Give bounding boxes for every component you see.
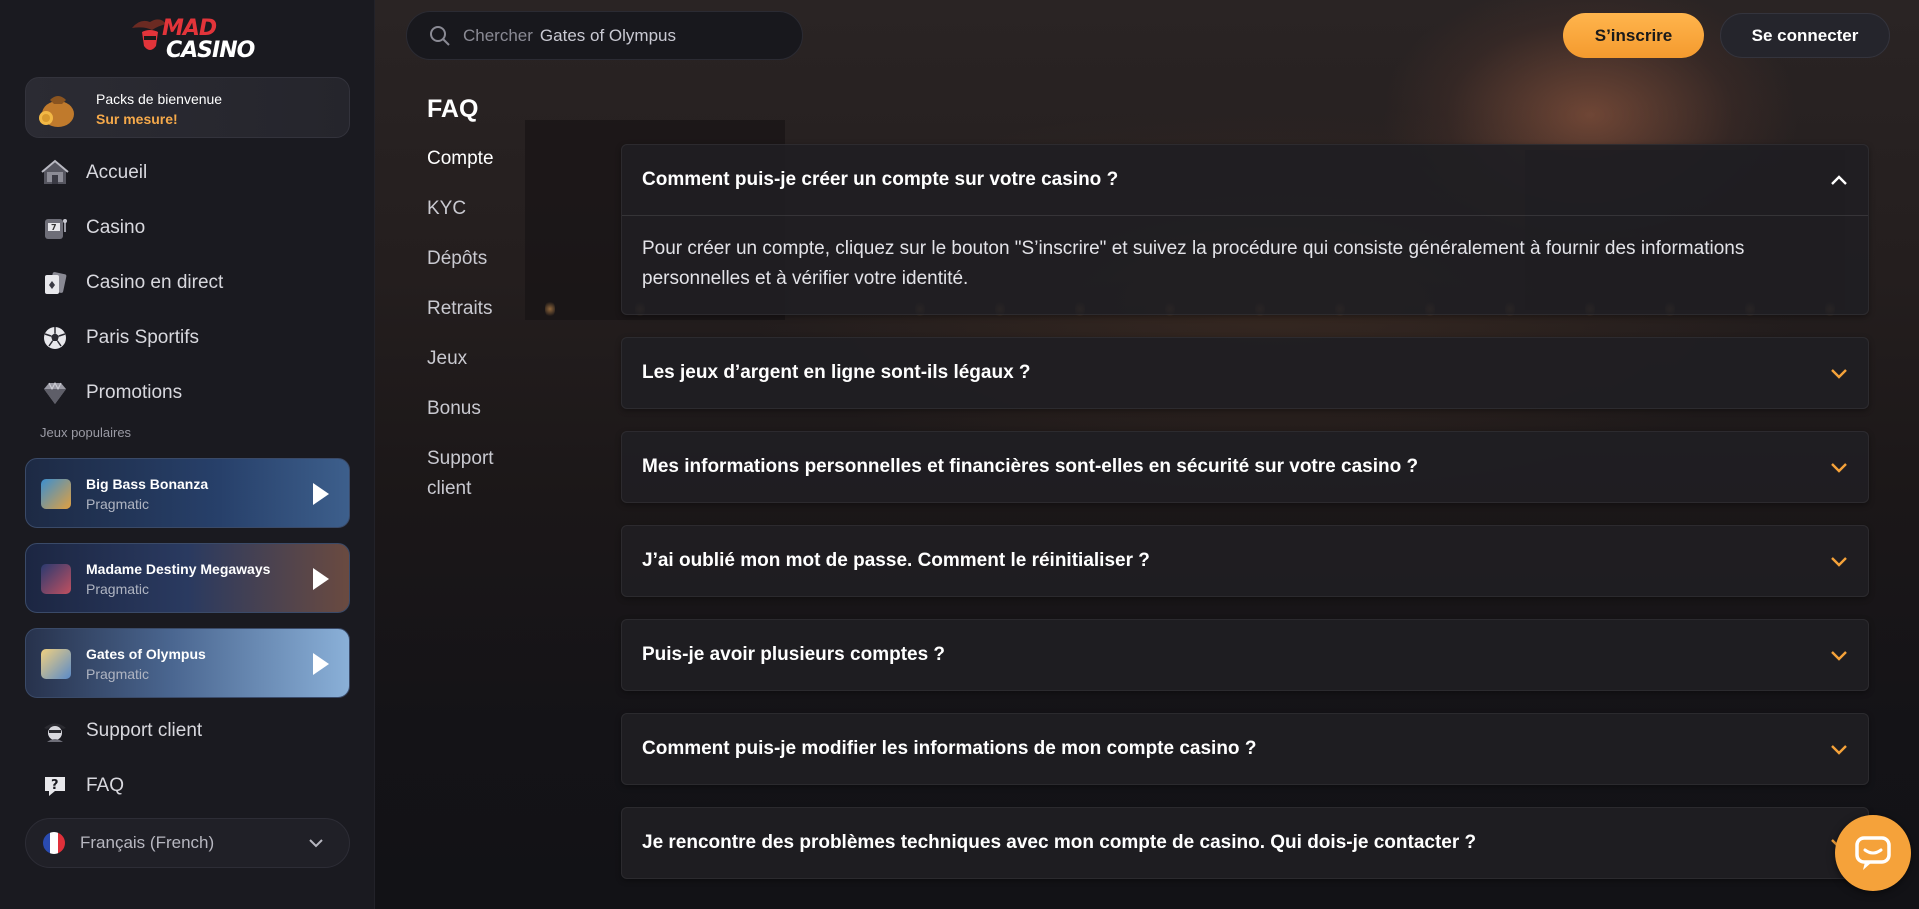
game-card-gates-of-olympus[interactable]: Gates of Olympus Pragmatic [25,628,350,698]
nav-label: FAQ [86,774,125,796]
search-icon [430,25,450,46]
game-provider: Pragmatic [86,666,150,682]
chevron-down-icon[interactable] [1830,649,1848,661]
nav-item-support-client[interactable]: Support client [25,703,350,758]
game-card-madame-destiny-megaways[interactable]: Madame Destiny Megaways Pragmatic [25,543,350,613]
faq-question: Je rencontre des problèmes techniques av… [642,832,1477,853]
home-icon [39,157,71,189]
game-thumbnail [41,649,71,679]
popular-games-label: Jeux populaires [40,425,132,440]
nav-item-paris-sportifs[interactable]: Paris Sportifs [25,310,350,365]
sidebar: MAD CASINO Packs de bienvenue Sur mesure… [0,0,375,909]
game-provider: Pragmatic [86,496,150,512]
faq-item: J’ai oublié mon mot de passe. Comment le… [621,525,1869,597]
search-placeholder: Chercher [463,25,533,45]
france-flag-icon [43,832,65,854]
faq-item: Je rencontre des problèmes techniques av… [621,807,1869,879]
nav-label: Casino [86,216,146,238]
chevron-down-icon[interactable] [1830,743,1848,755]
faq-question-header[interactable]: Comment puis-je créer un compte sur votr… [622,145,1868,215]
money-bag-icon [39,96,74,127]
faq-category-retraits[interactable]: Retraits [427,294,547,324]
search-input[interactable]: Gates of Olympus [540,26,676,46]
game-name: Gates of Olympus [86,646,206,662]
faq-item: Les jeux d’argent en ligne sont-ils léga… [621,337,1869,409]
svg-text:7: 7 [51,223,57,232]
welcome-title: Packs de bienvenue [96,91,223,107]
game-name: Madame Destiny Megaways [86,561,271,577]
nav-label: Promotions [86,381,183,403]
faq-accordion: Comment puis-je créer un compte sur votr… [621,144,1869,901]
logo-casino: CASINO [166,38,255,63]
nav-item-promotions[interactable]: Promotions [25,365,350,420]
welcome-packs-banner[interactable]: Packs de bienvenue Sur mesure! [25,77,350,138]
faq-category-support-client[interactable]: Support client [427,444,507,504]
faq-category-kyc[interactable]: KYC [427,194,547,224]
faq-question-header[interactable]: Comment puis-je modifier les information… [622,714,1868,784]
language-selector[interactable]: Français (French) [25,818,350,868]
game-thumbnail [41,564,71,594]
faq-question-header[interactable]: Mes informations personnelles et financi… [622,432,1868,502]
game-thumbnail [41,479,71,509]
language-label: Français (French) [80,833,215,852]
brand-logo[interactable]: MAD CASINO [130,12,255,64]
signup-button[interactable]: S’inscrire [1563,13,1704,58]
nav-item-faq[interactable]: ? FAQ [25,758,350,813]
game-name: Big Bass Bonanza [86,476,209,492]
diamond-icon [39,377,71,409]
faq-question-header[interactable]: Les jeux d’argent en ligne sont-ils léga… [622,338,1868,408]
chevron-down-icon [309,835,323,851]
game-card-big-bass-bonanza[interactable]: Big Bass Bonanza Pragmatic [25,458,350,528]
play-icon[interactable] [313,653,329,675]
live-chat-button[interactable] [1835,815,1911,891]
nav-item-casino[interactable]: 7 Casino [25,200,350,255]
chevron-down-icon[interactable] [1830,367,1848,379]
play-icon[interactable] [313,568,329,590]
faq-category-bonus[interactable]: Bonus [427,394,547,424]
welcome-subtitle: Sur mesure! [96,111,178,127]
chevron-down-icon[interactable] [1830,461,1848,473]
faq-question: Comment puis-je modifier les information… [642,738,1257,759]
faq-answer: Pour créer un compte, cliquez sur le bou… [622,215,1868,314]
faq-question: J’ai oublié mon mot de passe. Comment le… [642,550,1150,571]
faq-category-depots[interactable]: Dépôts [427,244,547,274]
faq-item: Puis-je avoir plusieurs comptes ? [621,619,1869,691]
faq-item: Comment puis-je créer un compte sur votr… [621,144,1869,315]
nav-label: Paris Sportifs [86,326,199,348]
faq-question: Les jeux d’argent en ligne sont-ils léga… [642,362,1031,383]
page-title: FAQ [427,95,479,123]
cards-icon [39,267,71,299]
faq-question: Puis-je avoir plusieurs comptes ? [642,644,946,665]
nav-item-accueil[interactable]: Accueil [25,145,350,200]
svg-text:?: ? [51,778,59,793]
faq-question: Mes informations personnelles et financi… [642,456,1419,477]
nav-label: Accueil [86,161,148,183]
play-icon[interactable] [313,483,329,505]
question-icon: ? [39,770,71,802]
faq-question-header[interactable]: Je rencontre des problèmes techniques av… [622,808,1868,878]
soccer-ball-icon [39,322,71,354]
nav-label: Casino en direct [86,271,224,293]
nav-item-casino-en-direct[interactable]: Casino en direct [25,255,350,310]
faq-question: Comment puis-je créer un compte sur votr… [642,169,1119,190]
chevron-down-icon[interactable] [1830,555,1848,567]
faq-question-header[interactable]: Puis-je avoir plusieurs comptes ? [622,620,1868,690]
logo-mad: MAD [162,16,217,41]
faq-category-jeux[interactable]: Jeux [427,344,547,374]
game-provider: Pragmatic [86,581,150,597]
chevron-up-icon[interactable] [1830,174,1848,186]
faq-question-header[interactable]: J’ai oublié mon mot de passe. Comment le… [622,526,1868,596]
chat-bubble-icon [1855,836,1891,870]
faq-category-compte[interactable]: Compte [427,144,547,174]
search-bar[interactable]: Chercher Gates of Olympus [406,11,803,60]
faq-item: Mes informations personnelles et financi… [621,431,1869,503]
main-nav: Accueil 7 Casino Casino en direct Paris … [25,145,350,420]
nav-label: Support client [86,719,203,741]
secondary-nav: Support client ? FAQ [25,703,350,813]
slot-machine-icon: 7 [39,212,71,244]
login-button[interactable]: Se connecter [1720,13,1890,58]
faq-categories: Compte KYC Dépôts Retraits Jeux Bonus Su… [427,144,547,524]
faq-item: Comment puis-je modifier les information… [621,713,1869,785]
support-agent-icon [39,715,71,747]
